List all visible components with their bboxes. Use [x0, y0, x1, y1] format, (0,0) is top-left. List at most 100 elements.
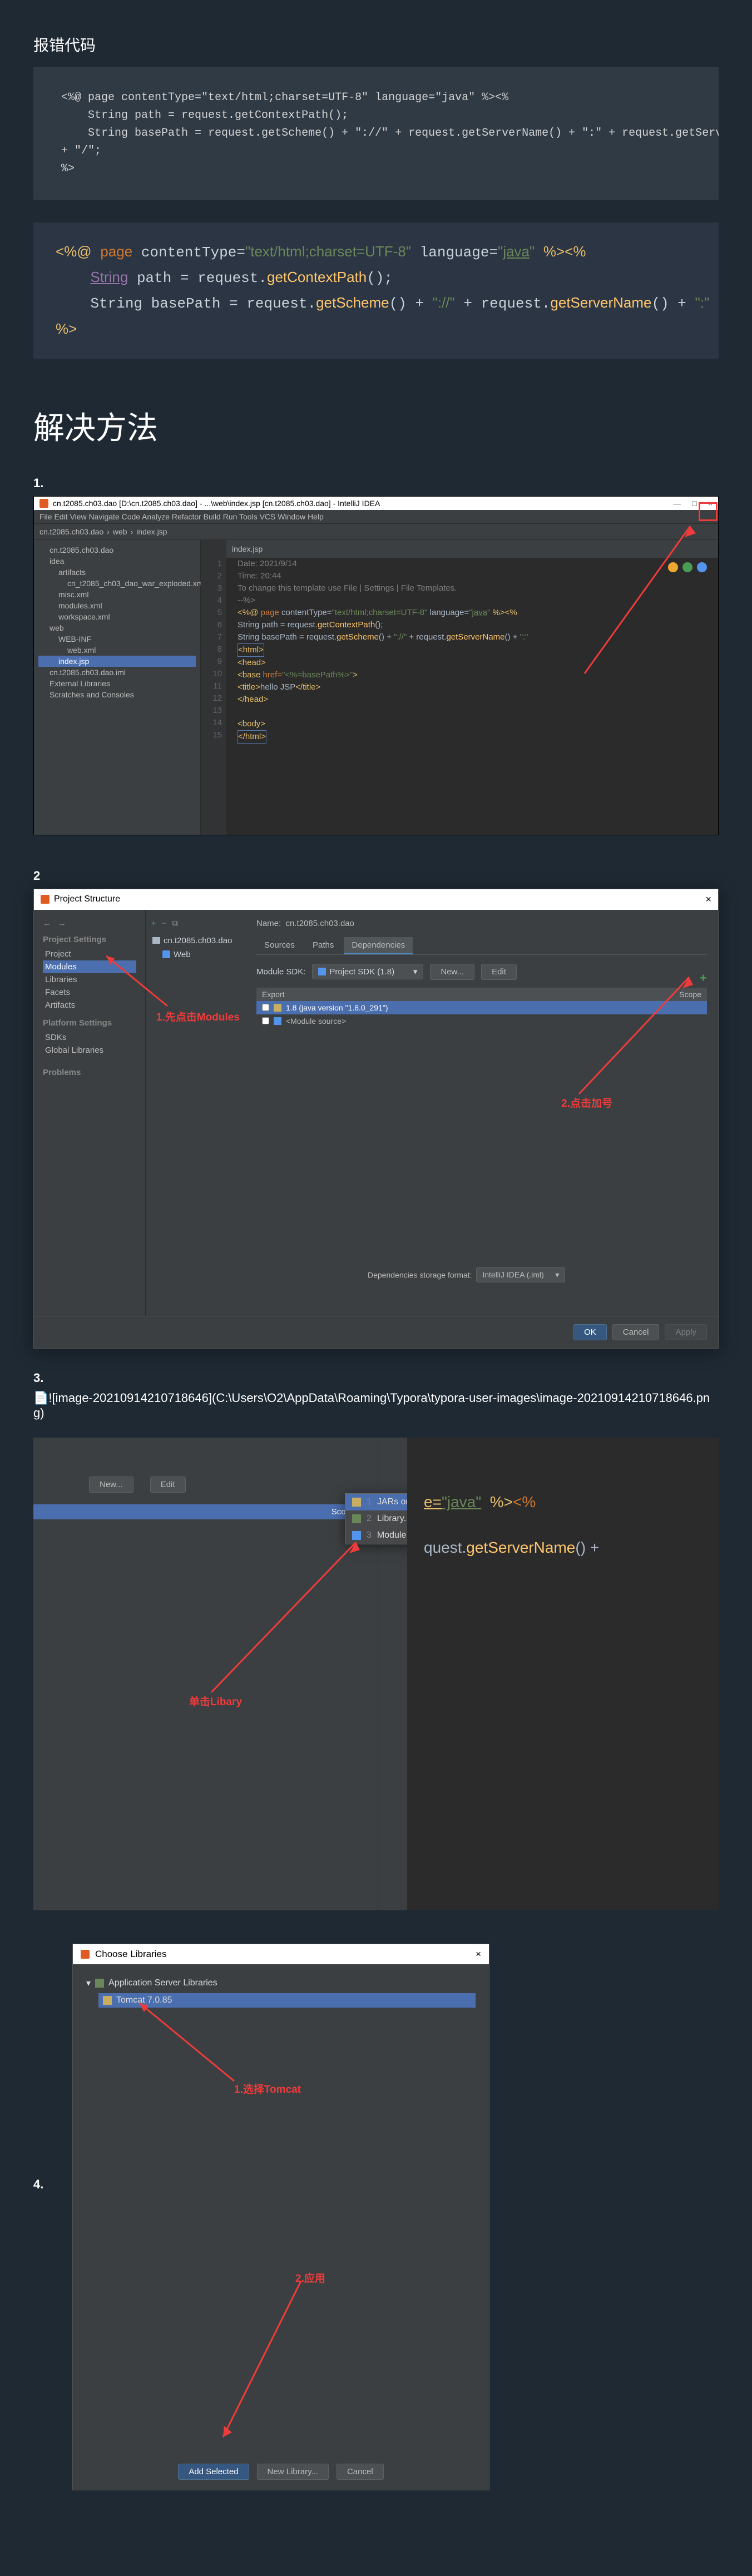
- tree-item[interactable]: cn_t2085_ch03_dao_war_exploded.xml: [38, 578, 196, 589]
- step-4-number: 4.: [33, 2177, 43, 2192]
- tree-item[interactable]: WEB-INF: [38, 633, 196, 645]
- cancel-button[interactable]: Cancel: [612, 1324, 660, 1340]
- nav-sdks[interactable]: SDKs: [43, 1031, 136, 1044]
- edit-button[interactable]: Edit: [150, 1477, 186, 1493]
- lib-icon: [352, 1514, 361, 1523]
- minimize-icon[interactable]: —: [673, 499, 681, 508]
- ide-title: cn.t2085.ch03.dao [D:\cn.t2085.ch03.dao]…: [53, 499, 380, 508]
- tab-paths[interactable]: Paths: [305, 937, 342, 954]
- annotation-library: 单击Libary: [189, 1693, 242, 1708]
- tree-item[interactable]: idea: [38, 556, 196, 567]
- chevron-down-icon: ▾: [413, 967, 418, 977]
- dependency-row[interactable]: <Module source>: [256, 1014, 707, 1028]
- red-arrow-tomcat: [134, 1998, 245, 2087]
- folder-icon: [152, 937, 160, 944]
- status-info-icon: [697, 562, 707, 572]
- add-selected-button[interactable]: Add Selected: [178, 2464, 249, 2480]
- ide-breadcrumb: cn.t2085.ch03.dao›web›index.jsp: [34, 524, 718, 540]
- dependency-row[interactable]: 1.8 (java version "1.8.0_291"): [256, 1001, 707, 1014]
- tree-item[interactable]: artifacts: [38, 567, 196, 578]
- ok-button[interactable]: OK: [573, 1324, 607, 1340]
- step-3-number: 3.: [33, 1371, 719, 1385]
- new-button[interactable]: New...: [89, 1477, 133, 1493]
- tree-item[interactable]: web: [38, 622, 196, 633]
- back-icon[interactable]: ←: [43, 919, 51, 928]
- annotation-apply: 2.应用: [295, 2270, 325, 2285]
- status-warning-icon: [668, 562, 678, 572]
- tree-item[interactable]: modules.xml: [38, 600, 196, 611]
- dep-checkbox[interactable]: [262, 1017, 269, 1024]
- module-item[interactable]: cn.t2085.ch03.dao: [146, 934, 245, 948]
- annotation-2: 2.点击加号: [561, 1095, 612, 1110]
- tab-dependencies[interactable]: Dependencies: [344, 937, 413, 954]
- module-list[interactable]: +−⧉ cn.t2085.ch03.dao Web: [145, 910, 245, 1316]
- app-icon: [39, 499, 48, 508]
- tree-item[interactable]: misc.xml: [38, 589, 196, 600]
- storage-label: Dependencies storage format:: [368, 1270, 472, 1279]
- tree-item[interactable]: web.xml: [38, 645, 196, 656]
- tree-item[interactable]: index.jsp: [38, 656, 196, 667]
- dialog-close-icon[interactable]: ×: [705, 894, 711, 905]
- nav-artifacts[interactable]: Artifacts: [43, 999, 136, 1012]
- dialog-icon: [81, 1950, 90, 1959]
- tree-item[interactable]: cn.t2085.ch03.dao.iml: [38, 667, 196, 678]
- step-1-number: 1.: [33, 476, 719, 491]
- dialog-titlebar: Project Structure ×: [34, 889, 718, 910]
- solution-heading: 解决方法: [33, 403, 719, 448]
- name-value: cn.t2085.ch03.dao: [286, 919, 354, 928]
- tab-sources[interactable]: Sources: [256, 937, 303, 954]
- ps-sidebar[interactable]: ← → Project Settings Project Modules Libr…: [34, 910, 145, 1316]
- dialog-title: Project Structure: [54, 894, 120, 904]
- nav-project[interactable]: Project: [43, 948, 136, 960]
- nav-group-project: Project Settings: [43, 935, 136, 944]
- module-details: Name: cn.t2085.ch03.dao Sources Paths De…: [245, 910, 718, 1316]
- new-sdk-button[interactable]: New...: [430, 964, 474, 980]
- annotation-tomcat: 1.选择Tomcat: [234, 2081, 301, 2096]
- new-library-button[interactable]: New Library...: [257, 2464, 329, 2480]
- tree-item[interactable]: workspace.xml: [38, 611, 196, 622]
- tomcat-item[interactable]: Tomcat 7.0.85: [98, 1993, 476, 2008]
- web-icon: [162, 950, 170, 958]
- cl-cancel-button[interactable]: Cancel: [337, 2464, 384, 2480]
- tree-item[interactable]: External Libraries: [38, 678, 196, 689]
- dep-checkbox[interactable]: [262, 1004, 269, 1011]
- lib-icon: [274, 1004, 281, 1012]
- maximize-icon[interactable]: □: [692, 499, 696, 508]
- ide-menu-bar[interactable]: File Edit View Navigate Code Analyze Ref…: [34, 510, 718, 524]
- apply-button[interactable]: Apply: [665, 1324, 707, 1340]
- ide-titlebar: cn.t2085.ch03.dao [D:\cn.t2085.ch03.dao]…: [34, 497, 718, 510]
- module-icon: [352, 1531, 361, 1540]
- nav-libraries[interactable]: Libraries: [43, 973, 136, 986]
- cl-titlebar: Choose Libraries ×: [73, 1944, 489, 1964]
- add-icon[interactable]: +: [151, 919, 156, 928]
- nav-modules[interactable]: Modules: [43, 960, 136, 973]
- step-2-number: 2: [33, 869, 719, 883]
- chevron-down-icon: ▾: [86, 1978, 91, 1989]
- editor-tab[interactable]: index.jsp: [232, 544, 263, 553]
- storage-select[interactable]: IntelliJ IDEA (.iml)▾: [476, 1267, 565, 1282]
- project-tree[interactable]: cn.t2085.ch03.daoideaartifactscn_t2085_c…: [34, 540, 201, 835]
- copy-icon[interactable]: ⧉: [172, 919, 179, 928]
- nav-global-libs[interactable]: Global Libraries: [43, 1044, 136, 1057]
- error-code-block: <%@ page contentType="text/html;charset=…: [33, 67, 719, 200]
- sdk-icon: [318, 968, 326, 975]
- tree-item[interactable]: cn.t2085.ch03.dao: [38, 544, 196, 556]
- forward-icon[interactable]: →: [58, 919, 66, 928]
- jar-icon: [352, 1498, 361, 1507]
- module-web[interactable]: Web: [146, 948, 245, 962]
- sdk-select[interactable]: Project SDK (1.8)▾: [312, 964, 423, 979]
- tree-item[interactable]: Scratches and Consoles: [38, 689, 196, 700]
- red-highlight-box: [699, 502, 718, 521]
- ide-window: cn.t2085.ch03.dao [D:\cn.t2085.ch03.dao]…: [33, 496, 719, 835]
- cl-close-icon[interactable]: ×: [476, 1949, 481, 1960]
- nav-facets[interactable]: Facets: [43, 986, 136, 999]
- project-structure-dialog: Project Structure × ← → Project Settings …: [33, 889, 719, 1349]
- add-dependency-button[interactable]: +: [700, 971, 707, 985]
- step3-composite: New... Edit Scope+ 1JARs or directories.…: [33, 1438, 719, 1910]
- edit-sdk-button[interactable]: Edit: [481, 964, 517, 980]
- nav-problems[interactable]: Problems: [43, 1068, 136, 1077]
- error-code-heading: 报错代码: [33, 33, 719, 56]
- lib-group[interactable]: ▾Application Server Libraries: [86, 1975, 476, 1991]
- editor-pane[interactable]: index.jsp 123456789101112131415 Date: 20…: [201, 540, 718, 835]
- remove-icon[interactable]: −: [162, 919, 167, 928]
